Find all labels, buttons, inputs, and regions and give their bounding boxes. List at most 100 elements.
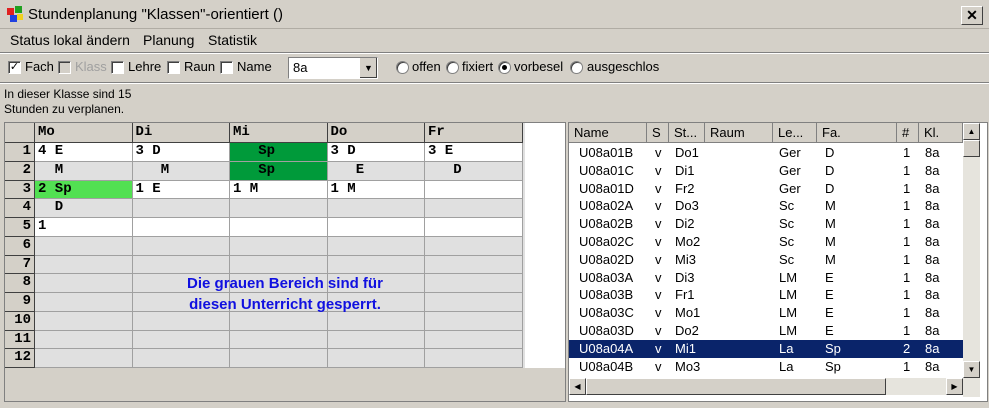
vertical-scrollbar[interactable]: ▲ ▼ <box>963 123 980 397</box>
table-row[interactable]: U08a01D v Fr2 Ger D 1 8a <box>569 180 963 198</box>
column-header-stunde[interactable]: St... <box>669 123 705 143</box>
timetable-cell[interactable]: D <box>425 161 523 181</box>
timetable-cell[interactable]: 1 E <box>132 180 230 200</box>
radio-offen[interactable] <box>396 61 409 74</box>
timetable-cell[interactable] <box>425 330 523 350</box>
table-row[interactable]: U08a04B v Mo3 La Sp 1 8a <box>569 358 963 376</box>
column-header-status[interactable]: S <box>647 123 669 143</box>
timetable-cell[interactable]: Sp <box>230 143 328 162</box>
timetable-cell[interactable] <box>425 236 523 256</box>
checkbox-lehrer[interactable] <box>111 61 124 74</box>
timetable-cell[interactable]: 3 D <box>327 143 425 162</box>
timetable-cell[interactable] <box>132 349 230 368</box>
timetable-cell[interactable]: 2 Sp <box>35 180 133 200</box>
horizontal-scrollbar[interactable]: ◀ ▶ <box>569 378 963 395</box>
lesson-list[interactable]: Name S St... Raum Le... Fa. # Kl. U08a01B v Do1 Ge… <box>568 122 988 402</box>
menu-planung[interactable]: Planung <box>143 32 194 48</box>
menu-statistik[interactable]: Statistik <box>208 32 257 48</box>
timetable-cell[interactable] <box>230 218 328 237</box>
timetable-cell[interactable] <box>327 199 425 218</box>
scroll-up-icon[interactable]: ▲ <box>963 123 980 140</box>
column-header-anzahl[interactable]: # <box>897 123 919 143</box>
timetable-cell[interactable] <box>425 293 523 312</box>
timetable-cell[interactable] <box>327 330 425 350</box>
cell-lehrer: LM <box>779 323 798 338</box>
table-row[interactable]: U08a04A v Mi1 La Sp 2 8a <box>569 339 963 358</box>
timetable-cell[interactable] <box>230 349 328 368</box>
timetable-cell[interactable] <box>327 255 425 275</box>
timetable-cell[interactable] <box>35 293 133 312</box>
column-header-raum[interactable]: Raum <box>705 123 773 143</box>
timetable-cell[interactable] <box>132 218 230 237</box>
timetable-cell[interactable] <box>35 330 133 350</box>
radio-fixiert[interactable] <box>446 61 459 74</box>
timetable-cell[interactable] <box>132 255 230 275</box>
scroll-right-icon[interactable]: ▶ <box>946 378 963 395</box>
menu-status-lokal[interactable]: Status lokal ändern <box>10 32 130 48</box>
scroll-left-icon[interactable]: ◀ <box>569 378 586 395</box>
timetable-cell[interactable] <box>425 255 523 275</box>
timetable-cell[interactable] <box>425 349 523 368</box>
column-header-klasse[interactable]: Kl. <box>919 123 963 143</box>
timetable-cell[interactable]: M <box>35 161 133 181</box>
timetable-cell[interactable] <box>230 199 328 218</box>
column-header-fach[interactable]: Fa. <box>817 123 897 143</box>
timetable-cell[interactable] <box>327 236 425 256</box>
table-row[interactable]: U08a02B v Di2 Sc M 1 8a <box>569 215 963 233</box>
timetable-cell[interactable] <box>35 255 133 275</box>
timetable-cell[interactable] <box>230 236 328 256</box>
checkbox-fach[interactable]: ✓ <box>8 61 21 74</box>
checkbox-raum[interactable] <box>167 61 180 74</box>
timetable-cell[interactable] <box>132 199 230 218</box>
timetable-cell[interactable]: 1 M <box>327 180 425 200</box>
close-button[interactable]: ✕ <box>961 6 983 25</box>
table-row[interactable]: U08a02C v Mo2 Sc M 1 8a <box>569 233 963 251</box>
timetable-cell[interactable] <box>230 330 328 350</box>
timetable-cell[interactable] <box>425 199 523 218</box>
timetable-cell[interactable] <box>425 218 523 237</box>
timetable-cell[interactable] <box>425 180 523 200</box>
timetable-cell[interactable] <box>35 274 133 293</box>
column-header-name[interactable]: Name <box>569 123 647 143</box>
hscroll-thumb[interactable] <box>586 378 886 395</box>
timetable-cell[interactable]: E <box>327 161 425 181</box>
timetable-cell[interactable]: 1 <box>35 218 133 237</box>
day-header-mi: Mi <box>230 123 328 143</box>
chevron-down-icon[interactable]: ▼ <box>359 58 377 78</box>
timetable-cell[interactable] <box>132 330 230 350</box>
scroll-thumb[interactable] <box>963 140 980 157</box>
table-row[interactable]: U08a02A v Do3 Sc M 1 8a <box>569 197 963 215</box>
timetable-cell[interactable]: 3 D <box>132 143 230 162</box>
cell-stunde: Mo2 <box>675 234 701 249</box>
timetable-cell[interactable] <box>35 311 133 331</box>
timetable-cell[interactable]: 4 E <box>35 143 133 162</box>
class-select[interactable]: 8a ▼ <box>288 57 378 79</box>
timetable-cell[interactable]: D <box>35 199 133 218</box>
radio-ausgeschlossen[interactable] <box>570 61 583 74</box>
table-row[interactable]: U08a03D v Do2 LM E 1 8a <box>569 322 963 340</box>
timetable-cell[interactable]: Sp <box>230 161 328 181</box>
table-row[interactable]: U08a03A v Di3 LM E 1 8a <box>569 269 963 287</box>
cell-name: U08a04B <box>579 358 634 374</box>
scroll-down-icon[interactable]: ▼ <box>963 361 980 378</box>
timetable-cell[interactable] <box>35 236 133 256</box>
timetable-cell[interactable]: M <box>132 161 230 181</box>
timetable-cell[interactable]: 1 M <box>230 180 328 200</box>
cell-status: v <box>655 269 662 285</box>
timetable-cell[interactable] <box>327 218 425 237</box>
timetable-cell[interactable] <box>327 349 425 368</box>
checkbox-name[interactable] <box>220 61 233 74</box>
table-row[interactable]: U08a01B v Do1 Ger D 1 8a <box>569 144 963 162</box>
radio-vorbesetzt[interactable] <box>498 61 511 74</box>
timetable-cell[interactable] <box>132 236 230 256</box>
timetable-cell[interactable] <box>425 274 523 293</box>
column-header-lehrer[interactable]: Le... <box>773 123 817 143</box>
timetable-cell[interactable] <box>230 255 328 275</box>
timetable-cell[interactable] <box>425 311 523 331</box>
table-row[interactable]: U08a01C v Di1 Ger D 1 8a <box>569 162 963 180</box>
table-row[interactable]: U08a03B v Fr1 LM E 1 8a <box>569 286 963 304</box>
timetable-cell[interactable] <box>35 349 133 368</box>
timetable-cell[interactable]: 3 E <box>425 143 523 162</box>
table-row[interactable]: U08a03C v Mo1 LM E 1 8a <box>569 304 963 322</box>
table-row[interactable]: U08a02D v Mi3 Sc M 1 8a <box>569 251 963 269</box>
